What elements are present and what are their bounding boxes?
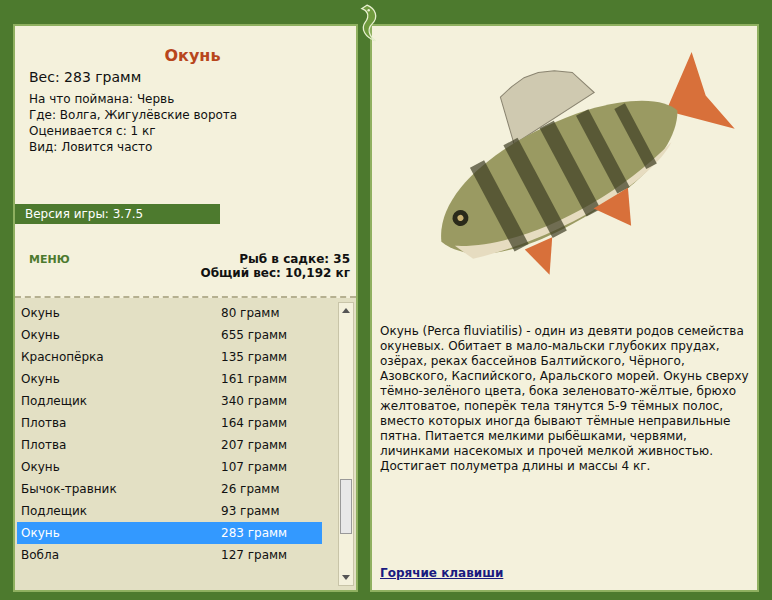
menu-button[interactable]: МЕНЮ (29, 253, 70, 280)
perch-image (385, 46, 745, 296)
catch-row[interactable]: Окунь107 грамм (17, 456, 322, 478)
catch-weight: 207 грамм (221, 438, 322, 452)
menu-row: МЕНЮ Рыб в садке: 35Общий вес: 10,192 кг (15, 224, 356, 298)
fish-detail: Оценивается с: 1 кг (29, 123, 356, 139)
catch-weight: 135 грамм (221, 350, 322, 364)
fish-detail: На что поймана: Червь (29, 91, 356, 107)
catch-weight: 164 грамм (221, 416, 322, 430)
catch-weight: 161 грамм (221, 372, 322, 386)
catch-name: Вобла (21, 548, 221, 562)
fish-weight: Вес: 283 грамм (29, 69, 356, 85)
catch-row[interactable]: Окунь161 грамм (17, 368, 322, 390)
fish-name: Окунь (29, 46, 356, 65)
catch-weight: 93 грамм (221, 504, 322, 518)
catch-weight: 340 грамм (221, 394, 322, 408)
catch-name: Окунь (21, 372, 221, 386)
catch-name: Окунь (21, 328, 221, 342)
catch-name: Плотва (21, 438, 221, 452)
fish-description: Окунь (Perca fluviatilis) - один из девя… (380, 324, 749, 474)
catch-name: Краснопёрка (21, 350, 221, 364)
scroll-thumb[interactable] (340, 479, 352, 534)
catch-weight: 26 грамм (221, 482, 322, 496)
scroll-down-icon[interactable] (339, 569, 353, 585)
catch-weight: 655 грамм (221, 328, 322, 342)
catch-name: Бычок-травник (21, 482, 221, 496)
stats: Рыб в садке: 35Общий вес: 10,192 кг (200, 252, 350, 280)
stat: Общий вес: 10,192 кг (200, 266, 350, 280)
lizard-logo-icon (350, 2, 384, 44)
catch-weight: 127 грамм (221, 548, 322, 562)
catch-row[interactable]: Окунь80 грамм (17, 302, 322, 324)
catch-row[interactable]: Окунь283 грамм (17, 522, 322, 544)
catch-name: Окунь (21, 460, 221, 474)
game-window: Окунь Вес: 283 грамм На что поймана: Червь… (0, 0, 772, 600)
right-panel: Окунь (Perca fluviatilis) - один из девя… (370, 24, 759, 592)
fish-card: Окунь Вес: 283 грамм На что поймана: Червь… (15, 26, 356, 204)
catch-row[interactable]: Краснопёрка135 грамм (17, 346, 322, 368)
scroll-track[interactable] (339, 319, 353, 569)
catch-row[interactable]: Окунь655 грамм (17, 324, 322, 346)
catch-row[interactable]: Плотва207 грамм (17, 434, 322, 456)
catch-row[interactable]: Вобла127 грамм (17, 544, 322, 566)
catch-list: Окунь80 граммОкунь655 граммКраснопёрка13… (15, 298, 356, 590)
scroll-up-icon[interactable] (339, 303, 353, 319)
catch-row[interactable]: Подлещик340 грамм (17, 390, 322, 412)
version-bar: Версия игры: 3.7.5 (15, 204, 220, 224)
fish-detail: Вид: Ловится часто (29, 139, 356, 155)
scrollbar[interactable] (338, 302, 354, 586)
fish-details: На что поймана: ЧервьГде: Волга, Жигулёв… (29, 91, 356, 155)
catch-name: Плотва (21, 416, 221, 430)
catch-name: Подлещик (21, 394, 221, 408)
left-panel: Окунь Вес: 283 грамм На что поймана: Червь… (13, 24, 358, 592)
catch-row[interactable]: Плотва164 грамм (17, 412, 322, 434)
catch-name: Окунь (21, 306, 221, 320)
catch-name: Подлещик (21, 504, 221, 518)
catch-row[interactable]: Подлещик93 грамм (17, 500, 322, 522)
fish-detail: Где: Волга, Жигулёвские ворота (29, 107, 356, 123)
catch-weight: 107 грамм (221, 460, 322, 474)
catch-row[interactable]: Бычок-травник26 грамм (17, 478, 322, 500)
catch-weight: 80 грамм (221, 306, 322, 320)
catch-weight: 283 грамм (221, 526, 322, 540)
stat: Рыб в садке: 35 (200, 252, 350, 266)
hotkeys-link[interactable]: Горячие клавиши (380, 566, 749, 582)
catch-name: Окунь (21, 526, 221, 540)
